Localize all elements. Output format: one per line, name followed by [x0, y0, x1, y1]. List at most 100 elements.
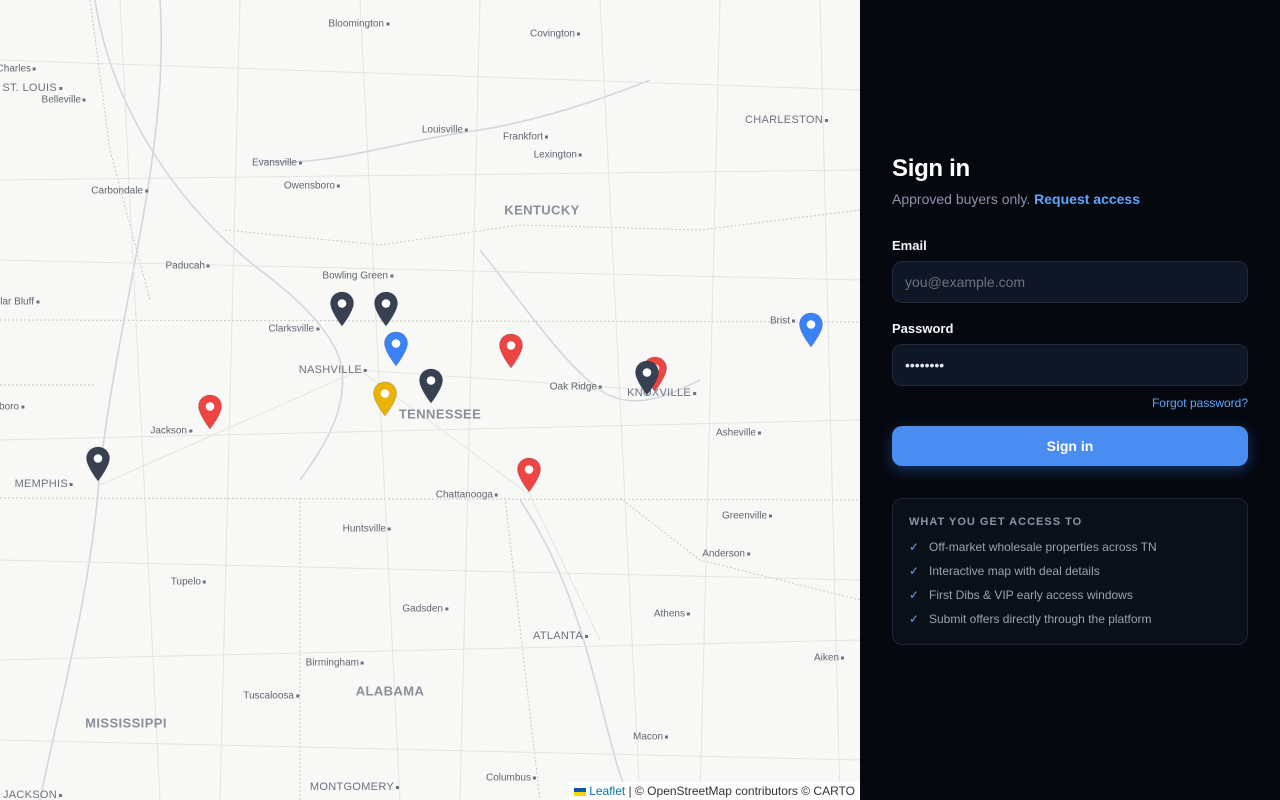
city-name: ATLANTA	[533, 630, 583, 642]
city-dot-icon	[599, 385, 602, 389]
city-label: Owensboro	[284, 181, 340, 192]
city-label: Brist	[770, 316, 795, 327]
check-icon: ✓	[909, 612, 920, 626]
city-dot-icon	[758, 431, 761, 435]
city-label: Asheville	[716, 428, 761, 439]
city-dot-icon	[577, 32, 580, 36]
forgot-password-link[interactable]: Forgot password?	[892, 396, 1248, 410]
city-label: Poplar Bluff	[0, 297, 39, 308]
ukraine-flag-icon	[574, 787, 587, 796]
subtitle: Approved buyers only. Request access	[892, 191, 1248, 207]
city-name: Asheville	[715, 427, 756, 439]
map-attribution: Leaflet | © OpenStreetMap contributors ©…	[569, 782, 860, 800]
city-label: Huntsville	[343, 524, 391, 535]
region-label: MISSISSIPPI	[85, 715, 167, 731]
city-label: Birmingham	[306, 658, 364, 669]
region-label: ALABAMA	[355, 683, 425, 699]
city-dot-icon	[585, 634, 588, 638]
check-icon: ✓	[909, 540, 920, 554]
city-label: Macon	[633, 732, 668, 743]
city-label: Carbondale	[91, 186, 148, 197]
map-pin-icon[interactable]	[798, 312, 824, 348]
city-name: Owensboro	[283, 180, 335, 192]
city-label: esboro	[0, 402, 24, 413]
request-access-link[interactable]: Request access	[1034, 191, 1140, 207]
subtitle-text: Approved buyers only.	[892, 191, 1031, 207]
city-dot-icon	[665, 735, 668, 739]
city-name: JACKSON	[2, 789, 57, 800]
password-label: Password	[892, 321, 954, 336]
city-dot-icon	[693, 391, 696, 395]
map-pin-icon[interactable]	[373, 291, 399, 327]
benefits-card: WHAT YOU GET ACCESS TO ✓ Off-market whole…	[892, 498, 1248, 645]
city-label: MONTGOMERY	[310, 781, 399, 793]
city-name: Frankfort	[502, 131, 543, 143]
city-dot-icon	[841, 656, 844, 660]
city-dot-icon	[687, 612, 690, 616]
city-name: Columbus	[485, 772, 531, 784]
city-name: Gadsden	[402, 603, 443, 615]
city-label: Belleville	[42, 95, 86, 106]
city-dot-icon	[299, 161, 302, 165]
map[interactable]: Bloomington Covington aint Charles ST. LOUI…	[0, 0, 860, 800]
city-name: Huntsville	[342, 523, 386, 535]
city-name: Bowling Green	[322, 270, 388, 282]
city-label: Columbus	[486, 773, 536, 784]
city-name: Birmingham	[305, 657, 359, 669]
map-pin-icon[interactable]	[329, 291, 355, 327]
map-pin-icon[interactable]	[197, 394, 223, 430]
city-dot-icon	[386, 22, 389, 26]
city-label: Oak Ridge	[550, 382, 602, 393]
map-pin-icon[interactable]	[85, 446, 111, 482]
city-dot-icon	[36, 300, 39, 304]
city-dot-icon	[792, 319, 795, 323]
email-field[interactable]	[892, 261, 1248, 303]
city-label: ST. LOUIS	[2, 82, 62, 94]
region-label: TENNESSEE	[398, 406, 482, 422]
city-dot-icon	[83, 98, 86, 102]
city-dot-icon	[388, 527, 391, 531]
city-label: MEMPHIS	[15, 478, 73, 490]
map-pin-icon[interactable]	[372, 381, 398, 417]
city-name: Athens	[653, 608, 685, 620]
check-icon: ✓	[909, 564, 920, 578]
city-label: Gadsden	[402, 604, 448, 615]
map-pin-icon[interactable]	[418, 368, 444, 404]
city-name: Covington	[529, 28, 575, 40]
email-label: Email	[892, 238, 927, 253]
city-name: Anderson	[702, 548, 745, 560]
city-name: NASHVILLE	[298, 364, 362, 376]
city-label: NASHVILLE	[299, 364, 367, 376]
city-name: Lexington	[533, 149, 577, 161]
city-name: Chattanooga	[435, 489, 493, 501]
city-name: Poplar Bluff	[0, 296, 34, 308]
benefits-list: ✓ Off-market wholesale properties across …	[909, 538, 1231, 634]
city-label: Athens	[654, 609, 690, 620]
city-dot-icon	[495, 493, 498, 497]
city-name: CHARLESTON	[745, 114, 823, 126]
map-pin-icon[interactable]	[498, 333, 524, 369]
city-name: Tupelo	[170, 576, 201, 588]
city-label: Frankfort	[503, 132, 548, 143]
city-name: MEMPHIS	[14, 478, 68, 490]
city-dot-icon	[59, 86, 62, 90]
city-dot-icon	[825, 118, 828, 122]
sign-in-button[interactable]: Sign in	[892, 426, 1248, 466]
city-label: Evansville	[252, 158, 302, 169]
city-label: CHARLESTON	[745, 114, 828, 126]
benefit-text: Off-market wholesale properties across T…	[929, 540, 1157, 554]
leaflet-link[interactable]: Leaflet	[589, 784, 625, 798]
city-name: esboro	[0, 401, 19, 413]
sign-in-panel: Sign in Approved buyers only. Request ac…	[860, 0, 1280, 800]
city-label: Anderson	[702, 549, 750, 560]
password-field[interactable]	[892, 344, 1248, 386]
city-label: Paducah	[166, 261, 210, 272]
map-pin-icon[interactable]	[516, 457, 542, 493]
city-name: aint Charles	[0, 63, 31, 75]
city-dot-icon	[203, 580, 206, 584]
city-name: Macon	[632, 731, 663, 743]
list-item: ✓ Interactive map with deal details	[909, 562, 1231, 586]
city-label: aint Charles	[0, 64, 36, 75]
map-pin-icon[interactable]	[383, 331, 409, 367]
map-pin-icon[interactable]	[634, 360, 660, 396]
